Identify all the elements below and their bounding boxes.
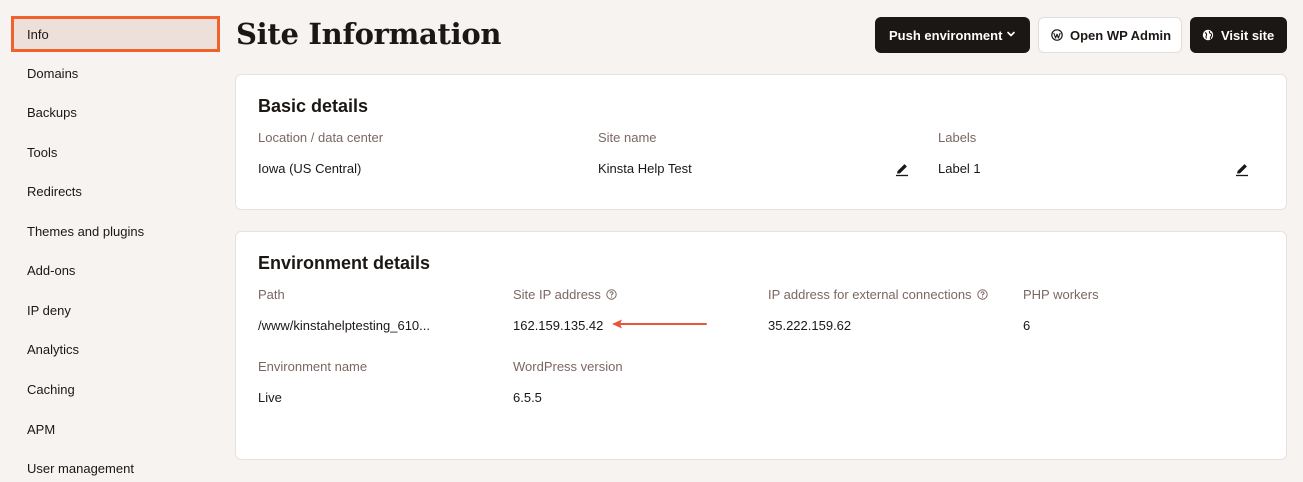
visit-site-button[interactable]: Visit site (1190, 17, 1287, 53)
highlight-arrow-icon (612, 319, 707, 329)
wordpress-version-value: 6.5.5 (513, 390, 542, 405)
php-workers-value: 6 (1023, 318, 1031, 333)
wordpress-icon (1051, 29, 1063, 41)
path-value: /www/kinstahelptesting_610... (258, 318, 430, 333)
sidebar-item-domains[interactable]: Domains (27, 64, 78, 84)
sidebar-item-analytics[interactable]: Analytics (27, 340, 79, 360)
open-wp-admin-button[interactable]: Open WP Admin (1038, 17, 1182, 53)
sidebar-item-caching[interactable]: Caching (27, 380, 75, 400)
edit-labels-icon[interactable] (1234, 161, 1250, 177)
site-name-label: Site name (598, 130, 657, 145)
sidebar-item-backups[interactable]: Backups (27, 103, 77, 123)
sidebar-item-ip-deny[interactable]: IP deny (27, 301, 71, 321)
external-ip-label: IP address for external connections (768, 287, 972, 302)
site-ip-label: Site IP address (513, 287, 601, 302)
sidebar-item-themes-and-plugins[interactable]: Themes and plugins (27, 222, 144, 242)
sidebar-item-tools[interactable]: Tools (27, 143, 57, 163)
open-wp-admin-label: Open WP Admin (1070, 27, 1172, 43)
push-environment-button[interactable]: Push environment (875, 17, 1030, 53)
page-title: Site Information (236, 17, 502, 51)
location-label: Location / data center (258, 130, 384, 145)
visit-site-label: Visit site (1221, 27, 1275, 43)
external-ip-value: 35.222.159.62 (768, 318, 852, 333)
path-label: Path (258, 287, 285, 302)
environment-name-value: Live (258, 390, 282, 405)
site-ip-value: 162.159.135.42 (513, 318, 604, 333)
labels-label: Labels (938, 130, 977, 145)
external-ip-label-row: IP address for external connections (768, 286, 988, 304)
chevron-down-icon (1007, 31, 1015, 37)
sidebar-item-add-ons[interactable]: Add-ons (27, 261, 75, 281)
sidebar: Info Domains Backups Tools Redirects The… (0, 0, 230, 482)
environment-details-title: Environment details (258, 253, 431, 273)
sidebar-item-label: Info (27, 27, 49, 42)
sidebar-item-info[interactable]: Info (11, 16, 220, 52)
help-icon[interactable] (606, 289, 617, 300)
sidebar-item-redirects[interactable]: Redirects (27, 182, 82, 202)
help-icon[interactable] (976, 289, 988, 300)
sidebar-item-user-management[interactable]: User management (27, 459, 134, 479)
basic-details-title: Basic details (258, 96, 369, 116)
environment-name-label: Environment name (258, 359, 368, 374)
globe-icon (1202, 29, 1214, 41)
basic-details-card: Basic details Location / data center Iow… (235, 74, 1287, 210)
sidebar-item-apm[interactable]: APM (27, 420, 55, 440)
wordpress-version-label: WordPress version (513, 359, 623, 374)
push-environment-label: Push environment (889, 27, 1003, 43)
environment-details-card: Environment details Path /www/kinstahelp… (235, 231, 1287, 460)
labels-value: Label 1 (938, 161, 981, 176)
site-name-value: Kinsta Help Test (598, 161, 692, 176)
site-ip-label-row: Site IP address (513, 286, 617, 304)
php-workers-label: PHP workers (1023, 287, 1099, 302)
edit-site-name-icon[interactable] (894, 161, 910, 177)
location-value: Iowa (US Central) (258, 161, 362, 176)
